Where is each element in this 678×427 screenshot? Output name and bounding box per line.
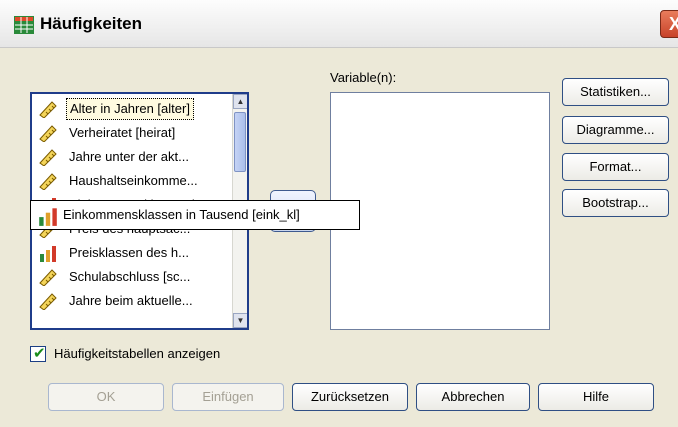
close-icon: X <box>668 14 678 34</box>
title-bar[interactable]: Häufigkeiten X <box>0 0 678 48</box>
frequency-tables-checkbox[interactable]: ✔ <box>30 345 46 362</box>
reset-button[interactable]: Zurücksetzen <box>292 383 408 411</box>
list-item-label: Jahre unter der akt... <box>69 149 189 164</box>
list-item-label: Haushaltseinkomme... <box>69 173 198 188</box>
bootstrap-button[interactable]: Bootstrap... <box>562 189 669 217</box>
list-item[interactable]: Jahre unter der akt... <box>36 146 232 168</box>
format-button[interactable]: Format... <box>562 153 669 181</box>
list-item[interactable]: Alter in Jahren [alter] <box>36 98 232 120</box>
window-title: Häufigkeiten <box>40 14 143 33</box>
close-button[interactable]: X <box>660 10 678 38</box>
list-item-label: Jahre beim aktuelle... <box>69 293 193 308</box>
target-variables-list[interactable] <box>330 92 550 330</box>
ruler-icon <box>39 293 57 310</box>
statistics-button[interactable]: Statistiken... <box>562 78 669 106</box>
table-icon <box>14 16 34 34</box>
list-item-label: Verheiratet [heirat] <box>69 125 176 140</box>
list-item-label: Alter in Jahren [alter] <box>66 98 194 120</box>
list-item[interactable]: Jahre beim aktuelle... <box>36 290 232 312</box>
check-icon: ✔ <box>33 345 46 362</box>
list-item[interactable]: Verheiratet [heirat] <box>36 122 232 144</box>
help-button[interactable]: Hilfe <box>538 383 654 411</box>
scroll-up-icon[interactable]: ▲ <box>233 94 247 109</box>
ok-button[interactable]: OK <box>48 383 164 411</box>
list-item[interactable]: Haushaltseinkomme... <box>36 170 232 192</box>
list-item-label: Schulabschluss [sc... <box>69 269 191 284</box>
bar-chart-icon <box>39 208 57 226</box>
ruler-icon <box>39 101 57 118</box>
frequencies-dialog: Häufigkeiten X Alter in Jahren [alter] V… <box>0 0 678 427</box>
frequency-tables-label: Häufigkeitstabellen anzeigen <box>54 346 221 361</box>
ruler-icon <box>39 173 57 190</box>
bar-chart-icon <box>40 246 56 262</box>
ruler-icon <box>39 149 57 166</box>
scroll-thumb[interactable] <box>234 112 246 172</box>
variable-tooltip: Einkommensklassen in Tausend [eink_kl] <box>30 200 360 230</box>
list-item[interactable]: Preisklassen des h... <box>36 242 232 264</box>
target-variables-label: Variable(n): <box>330 70 397 85</box>
scroll-down-icon[interactable]: ▼ <box>233 313 247 328</box>
ruler-icon <box>39 125 57 142</box>
ruler-icon <box>39 269 57 286</box>
paste-button[interactable]: Einfügen <box>172 383 284 411</box>
tooltip-label: Einkommensklassen in Tausend [eink_kl] <box>63 207 300 222</box>
list-item[interactable]: Schulabschluss [sc... <box>36 266 232 288</box>
charts-button[interactable]: Diagramme... <box>562 116 669 144</box>
cancel-button[interactable]: Abbrechen <box>416 383 530 411</box>
list-item-label: Preisklassen des h... <box>69 245 189 260</box>
